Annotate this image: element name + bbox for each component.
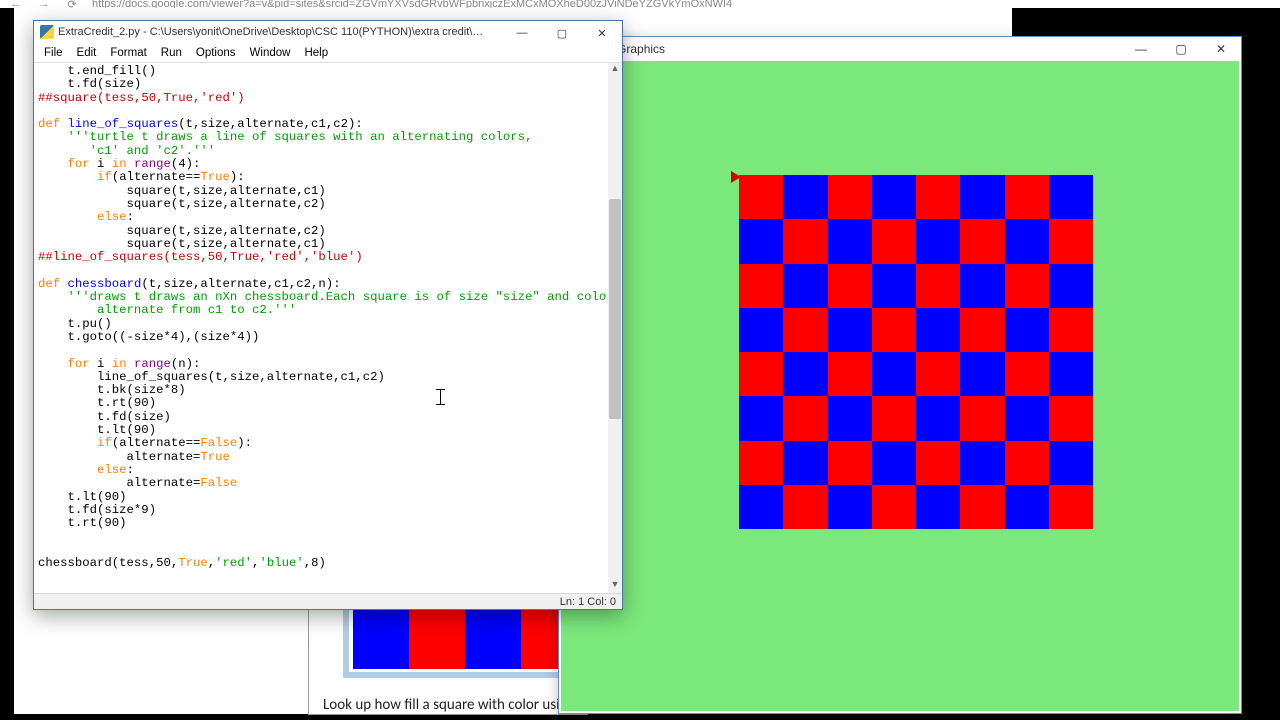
- chess-square: [916, 352, 960, 396]
- close-button[interactable]: ✕: [1201, 37, 1241, 61]
- chess-square: [828, 175, 872, 219]
- chess-square: [1005, 485, 1049, 529]
- menu-help[interactable]: Help: [298, 45, 334, 61]
- chess-square: [1005, 441, 1049, 485]
- idle-title-text: ExtraCredit_2.py - C:\Users\yonit\OneDri…: [58, 26, 488, 38]
- minimize-button[interactable]: —: [1121, 37, 1161, 61]
- chess-square: [1005, 352, 1049, 396]
- menu-run[interactable]: Run: [155, 45, 188, 61]
- chess-square: [960, 264, 1004, 308]
- chess-square: [1005, 264, 1049, 308]
- chess-square: [828, 219, 872, 263]
- chess-square: [739, 264, 783, 308]
- menu-window[interactable]: Window: [244, 45, 297, 61]
- chess-square: [960, 396, 1004, 440]
- chess-square: [783, 308, 827, 352]
- chess-square: [828, 264, 872, 308]
- chess-square: [828, 308, 872, 352]
- chess-square: [872, 175, 916, 219]
- text-caret-icon: [440, 389, 441, 405]
- menu-file[interactable]: File: [38, 45, 69, 61]
- chess-square: [1049, 352, 1093, 396]
- chess-square: [739, 219, 783, 263]
- chess-square: [739, 308, 783, 352]
- chessboard-output: [739, 175, 1093, 529]
- chess-square: [960, 485, 1004, 529]
- maximize-button[interactable]: ▢: [542, 21, 582, 45]
- chess-square: [916, 308, 960, 352]
- chess-square: [783, 352, 827, 396]
- chess-square: [1005, 219, 1049, 263]
- python-icon: [40, 25, 54, 39]
- chess-square: [783, 219, 827, 263]
- chess-square: [872, 308, 916, 352]
- chess-square: [739, 396, 783, 440]
- chess-square: [872, 264, 916, 308]
- chess-square: [739, 485, 783, 529]
- chess-square: [1049, 441, 1093, 485]
- turtle-titlebar[interactable]: on Turtle Graphics — ▢ ✕: [559, 37, 1241, 61]
- chess-square: [1049, 485, 1093, 529]
- chess-square: [1049, 264, 1093, 308]
- maximize-button[interactable]: ▢: [1161, 37, 1201, 61]
- chess-square: [1049, 396, 1093, 440]
- chess-square: [916, 441, 960, 485]
- chess-square: [828, 396, 872, 440]
- chess-square: [828, 441, 872, 485]
- chess-square: [916, 264, 960, 308]
- menu-options[interactable]: Options: [190, 45, 242, 61]
- chess-square: [960, 219, 1004, 263]
- chess-square: [828, 352, 872, 396]
- chess-square: [783, 441, 827, 485]
- editor-scrollbar[interactable]: ▲ ▼: [608, 63, 622, 593]
- code-editor[interactable]: t.end_fill() t.fd(size) ##square(tess,50…: [34, 63, 608, 593]
- turtle-window: on Turtle Graphics — ▢ ✕: [558, 36, 1242, 714]
- chess-square: [916, 485, 960, 529]
- chess-square: [916, 219, 960, 263]
- menu-edit[interactable]: Edit: [71, 45, 103, 61]
- scroll-thumb[interactable]: [609, 199, 621, 419]
- pdf-text-line: Look up how fill a square with color usi…: [323, 696, 587, 714]
- chess-square: [916, 175, 960, 219]
- chess-square: [1005, 308, 1049, 352]
- chess-square: [872, 441, 916, 485]
- idle-titlebar[interactable]: ExtraCredit_2.py - C:\Users\yonit\OneDri…: [34, 21, 622, 43]
- scroll-up-icon[interactable]: ▲: [608, 63, 622, 77]
- chess-square: [739, 175, 783, 219]
- chess-square: [828, 485, 872, 529]
- chess-square: [960, 352, 1004, 396]
- scroll-down-icon[interactable]: ▼: [608, 579, 622, 593]
- chess-square: [739, 441, 783, 485]
- idle-statusbar: Ln: 1 Col: 0: [34, 593, 622, 609]
- pdf-figure-board: [353, 606, 577, 669]
- chess-square: [739, 352, 783, 396]
- idle-editor-window: ExtraCredit_2.py - C:\Users\yonit\OneDri…: [33, 20, 623, 610]
- browser-toolbar: ← → ⟳ https://docs.google.com/viewer?a=v…: [0, 0, 1280, 8]
- chess-square: [916, 396, 960, 440]
- chess-square: [1005, 396, 1049, 440]
- cursor-position: Ln: 1 Col: 0: [560, 596, 616, 608]
- chess-square: [872, 485, 916, 529]
- minimize-button[interactable]: —: [502, 21, 542, 45]
- chess-square: [1005, 175, 1049, 219]
- idle-menubar[interactable]: File Edit Format Run Options Window Help: [34, 43, 622, 63]
- chess-square: [783, 396, 827, 440]
- chess-square: [960, 308, 1004, 352]
- turtle-canvas: [561, 61, 1239, 711]
- chess-square: [783, 485, 827, 529]
- turtle-cursor-icon: [731, 171, 741, 183]
- chess-square: [1049, 219, 1093, 263]
- chess-square: [872, 352, 916, 396]
- chess-square: [783, 175, 827, 219]
- chess-square: [872, 219, 916, 263]
- pdf-preview: Look up how fill a square with color usi…: [308, 605, 588, 715]
- chess-square: [960, 175, 1004, 219]
- chess-square: [1049, 175, 1093, 219]
- chess-square: [1049, 308, 1093, 352]
- chess-square: [783, 264, 827, 308]
- close-button[interactable]: ✕: [582, 21, 622, 45]
- chess-square: [872, 396, 916, 440]
- menu-format[interactable]: Format: [104, 45, 152, 61]
- chess-square: [960, 441, 1004, 485]
